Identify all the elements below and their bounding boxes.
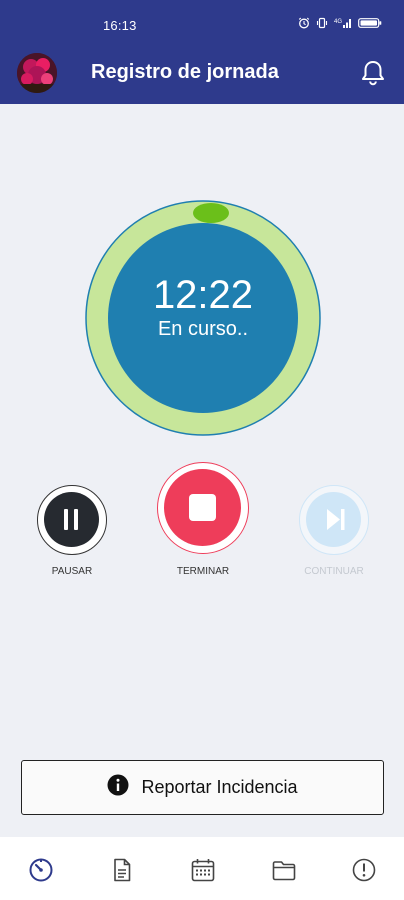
- timer-time: 12:22: [152, 273, 254, 317]
- stop-control: TERMINAR: [157, 462, 249, 582]
- timer-icon[interactable]: [28, 857, 54, 883]
- pause-control: PAUSAR: [37, 485, 107, 585]
- info-icon: [107, 774, 129, 801]
- document-icon[interactable]: [109, 857, 135, 883]
- timer-display: 12:22 En curso..: [85, 200, 321, 436]
- status-icons: 4G: [298, 17, 382, 29]
- status-time: 16:13: [103, 18, 137, 33]
- battery-icon: [358, 17, 382, 29]
- stop-button[interactable]: [157, 462, 249, 554]
- report-incident-label: Reportar Incidencia: [141, 777, 298, 797]
- stop-label: TERMINAR: [176, 566, 230, 577]
- folder-icon[interactable]: [271, 857, 297, 883]
- resume-button[interactable]: [299, 485, 369, 555]
- alarm-icon: [298, 17, 310, 29]
- vibrate-icon: [316, 17, 328, 29]
- info-circle-icon[interactable]: [351, 857, 377, 883]
- pause-label: PAUSAR: [51, 566, 93, 577]
- report-incident-button[interactable]: Reportar Incidencia: [21, 760, 384, 815]
- stop-icon: [164, 469, 241, 546]
- timer-status: En curso..: [157, 318, 249, 340]
- pause-button[interactable]: [37, 485, 107, 555]
- page-title: Registro de jornada: [91, 61, 279, 83]
- bell-icon[interactable]: [360, 59, 386, 92]
- status-bar: 16:13 4G: [0, 0, 404, 50]
- resume-control: CONTINUAR: [299, 485, 369, 585]
- pause-icon: [44, 492, 99, 547]
- app-header: Registro de jornada: [0, 50, 404, 104]
- progress-indicator: [193, 203, 229, 223]
- background-watermark: [20, 675, 384, 745]
- skip-next-icon: [306, 492, 361, 547]
- resume-label: CONTINUAR: [304, 566, 364, 577]
- signal-icon: 4G: [334, 17, 352, 29]
- calendar-icon[interactable]: [190, 857, 216, 883]
- svg-text:4G: 4G: [334, 19, 342, 25]
- avatar[interactable]: [17, 53, 57, 93]
- bottom-navigation: [0, 837, 404, 900]
